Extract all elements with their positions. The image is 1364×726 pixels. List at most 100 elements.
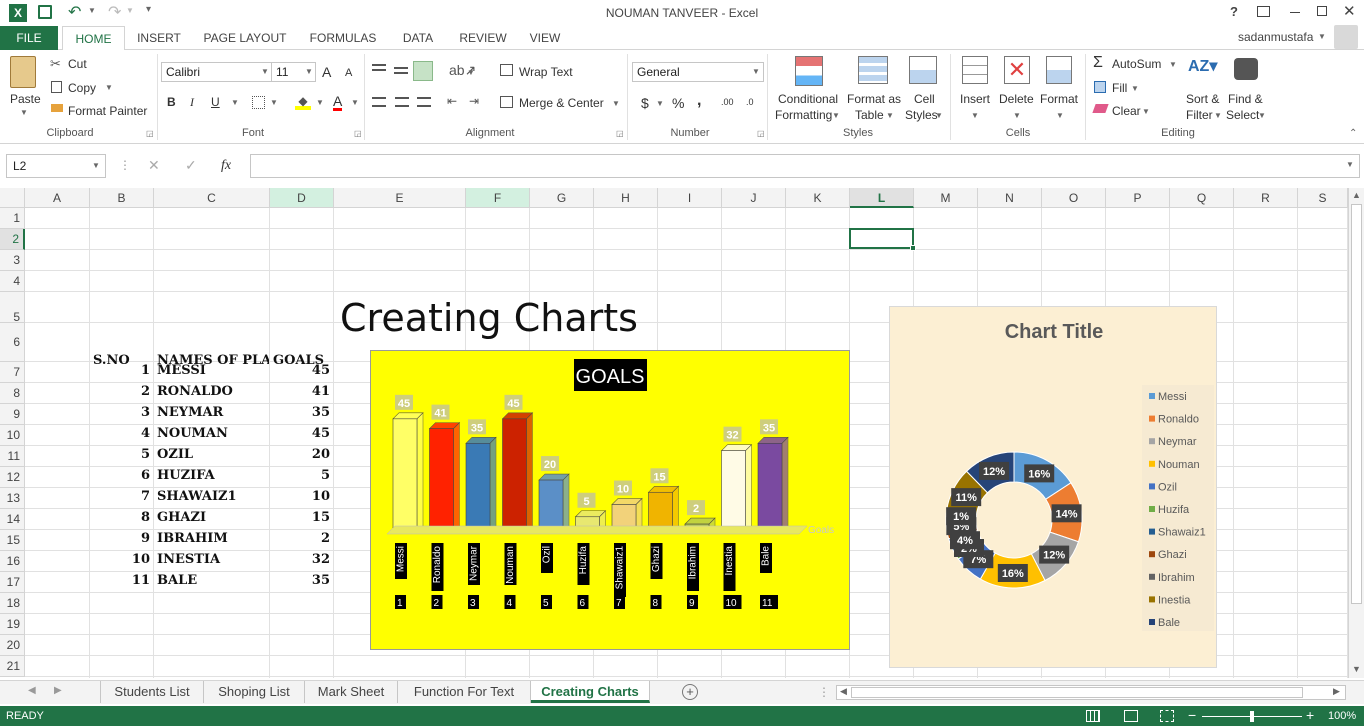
- cell-goals[interactable]: 41: [273, 384, 330, 399]
- wrap-text-icon[interactable]: [500, 64, 513, 76]
- normal-view-icon[interactable]: [1086, 710, 1100, 722]
- tab-file[interactable]: FILE: [0, 26, 58, 50]
- find-select-line1[interactable]: Find &: [1228, 92, 1263, 106]
- next-sheet-icon[interactable]: ▶: [54, 685, 62, 696]
- name-box-dropdown-icon[interactable]: ▼: [92, 161, 100, 170]
- sheet-heading[interactable]: Creating Charts: [340, 296, 638, 340]
- collapse-ribbon-icon[interactable]: ⌃: [1349, 128, 1357, 139]
- horizontal-scroll-thumb[interactable]: [851, 687, 1303, 698]
- number-format-dropdown-icon[interactable]: ▼: [752, 67, 760, 76]
- restore-icon[interactable]: [1317, 6, 1327, 16]
- autosum-dropdown-icon[interactable]: ▼: [1169, 60, 1177, 69]
- row-header-10[interactable]: 10: [0, 425, 25, 446]
- user-dropdown-icon[interactable]: ▼: [1318, 32, 1326, 41]
- clear-dropdown-icon[interactable]: ▼: [1142, 107, 1150, 116]
- sheet-tab-function-for-text[interactable]: Function For Text: [398, 681, 531, 703]
- format-dropdown-icon[interactable]: ▼: [1056, 111, 1064, 120]
- cell-sno[interactable]: 1: [93, 363, 150, 378]
- doughnut-chart[interactable]: Chart Title 16%14%12%16%7%2%4%5%1%11%12%…: [889, 306, 1217, 668]
- orientation-dropdown-icon[interactable]: ▼: [467, 68, 475, 77]
- grow-font-button[interactable]: A: [322, 64, 331, 80]
- row-header-1[interactable]: 1: [0, 208, 25, 229]
- cut-icon[interactable]: ✂: [50, 56, 61, 72]
- cell-player-name[interactable]: BALE: [157, 573, 269, 588]
- cell-goals[interactable]: 10: [273, 489, 330, 504]
- underline-button[interactable]: U: [211, 95, 220, 109]
- borders-icon[interactable]: [252, 96, 265, 109]
- font-size-dropdown-icon[interactable]: ▼: [305, 67, 313, 76]
- sheet-tab-creating-charts[interactable]: Creating Charts: [531, 681, 650, 703]
- cell-goals[interactable]: 2: [273, 531, 330, 546]
- font-name-dropdown-icon[interactable]: ▼: [261, 67, 269, 76]
- row-header-19[interactable]: 19: [0, 614, 25, 635]
- active-cell-selection[interactable]: [849, 228, 914, 249]
- format-cells-icon[interactable]: [1046, 56, 1072, 84]
- cancel-icon[interactable]: ✕: [148, 157, 160, 174]
- cell-sno[interactable]: 5: [93, 447, 150, 462]
- find-select-icon[interactable]: [1234, 58, 1258, 80]
- cell-goals[interactable]: 35: [273, 573, 330, 588]
- cell-styles-icon[interactable]: [909, 56, 937, 84]
- zoom-level[interactable]: 100%: [1328, 710, 1356, 722]
- format-as-table-line2[interactable]: Table: [855, 108, 884, 122]
- comma-button[interactable]: ,: [697, 92, 701, 110]
- row-header-2[interactable]: 2: [0, 229, 25, 250]
- avatar[interactable]: [1334, 25, 1358, 49]
- tab-page-layout[interactable]: PAGE LAYOUT: [200, 26, 290, 50]
- sheet-tab-students-list[interactable]: Students List: [100, 681, 204, 703]
- column-header-f[interactable]: F: [466, 188, 530, 208]
- copy-button[interactable]: Copy: [68, 81, 96, 95]
- currency-dropdown-icon[interactable]: ▼: [656, 99, 664, 108]
- cell-sno[interactable]: 6: [93, 468, 150, 483]
- cell-sno[interactable]: 10: [93, 552, 150, 567]
- decrease-indent-icon[interactable]: ⇤: [447, 94, 457, 108]
- find-select-line2[interactable]: Select: [1226, 108, 1259, 122]
- paste-button[interactable]: Paste: [10, 92, 41, 106]
- minimize-icon[interactable]: [1290, 12, 1300, 13]
- tab-home[interactable]: HOME: [62, 26, 125, 51]
- align-left-icon[interactable]: [372, 97, 386, 107]
- align-center-icon[interactable]: [395, 97, 409, 107]
- formula-input[interactable]: [250, 154, 1360, 178]
- format-table-dropdown-icon[interactable]: ▼: [886, 111, 894, 120]
- zoom-slider-thumb[interactable]: [1250, 711, 1254, 722]
- row-header-4[interactable]: 4: [0, 271, 25, 292]
- user-name[interactable]: sadanmustafa: [1238, 30, 1313, 44]
- sort-filter-icon[interactable]: AZ▾: [1188, 56, 1217, 76]
- italic-button[interactable]: I: [190, 95, 194, 110]
- insert-function-icon[interactable]: fx: [221, 158, 231, 174]
- cell-player-name[interactable]: GHAZI: [157, 510, 269, 525]
- paste-icon[interactable]: [10, 56, 36, 88]
- tab-view[interactable]: VIEW: [524, 26, 566, 50]
- sort-filter-dropdown-icon[interactable]: ▼: [1214, 111, 1222, 120]
- column-header-r[interactable]: R: [1234, 188, 1298, 208]
- close-icon[interactable]: ✕: [1343, 2, 1356, 20]
- enter-icon[interactable]: ✓: [185, 157, 197, 174]
- cell-sno[interactable]: 11: [93, 573, 150, 588]
- format-painter-button[interactable]: Format Painter: [68, 104, 147, 118]
- row-header-14[interactable]: 14: [0, 509, 25, 530]
- row-header-6[interactable]: 6: [0, 323, 25, 362]
- column-header-k[interactable]: K: [786, 188, 850, 208]
- fill-icon[interactable]: [1094, 81, 1106, 93]
- merge-dropdown-icon[interactable]: ▼: [612, 99, 620, 108]
- clipboard-launcher-icon[interactable]: ◲: [146, 129, 154, 138]
- conditional-dropdown-icon[interactable]: ▼: [832, 111, 840, 120]
- cell-goals[interactable]: 45: [273, 363, 330, 378]
- sort-filter-line2[interactable]: Filter: [1186, 108, 1213, 122]
- cell-styles-line1[interactable]: Cell: [914, 92, 935, 106]
- format-painter-icon[interactable]: [51, 104, 63, 112]
- column-header-l[interactable]: L: [850, 188, 914, 208]
- increase-decimal-button[interactable]: .00: [721, 97, 734, 107]
- conditional-formatting-line1[interactable]: Conditional: [778, 92, 838, 106]
- vertical-scrollbar-track[interactable]: ▲ ▼: [1348, 188, 1364, 678]
- font-color-dropdown-icon[interactable]: ▼: [351, 98, 359, 107]
- column-header-d[interactable]: D: [270, 188, 334, 208]
- wrap-text-button[interactable]: Wrap Text: [519, 65, 573, 79]
- column-header-g[interactable]: G: [530, 188, 594, 208]
- cell-player-name[interactable]: NEYMAR: [157, 405, 269, 420]
- cell-sno[interactable]: 8: [93, 510, 150, 525]
- fill-handle[interactable]: [910, 245, 916, 251]
- cell-goals[interactable]: 15: [273, 510, 330, 525]
- merge-center-button[interactable]: Merge & Center: [519, 96, 604, 110]
